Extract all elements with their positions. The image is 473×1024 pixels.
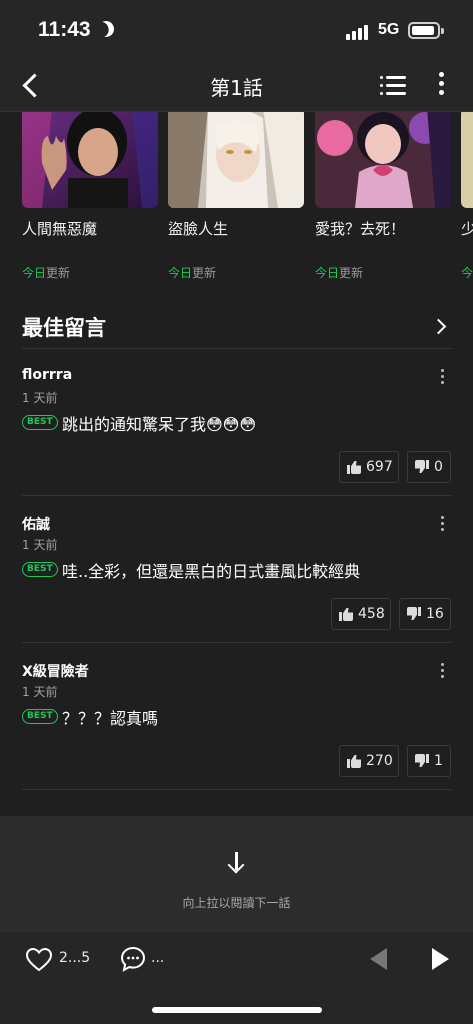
comic-title: 愛我？去死！: [315, 220, 406, 238]
arrow-down-icon: [225, 850, 247, 874]
next-episode-hint: 向上拉以閱讀下一話: [182, 896, 291, 910]
comment-icon[interactable]: [120, 946, 146, 972]
recommendation-carousel[interactable]: 人間無惡魔 今日更新 盜臉人生 今日更新 愛我？去死！ 今日更新 少 今: [0, 112, 473, 290]
divider: [22, 495, 452, 496]
status-time: 11:43: [38, 18, 91, 41]
comic-thumbnail: [315, 112, 451, 208]
recommendation-card[interactable]: 愛我？去死！ 今日更新: [315, 112, 451, 280]
comment-time: 1 天前: [22, 391, 58, 405]
signal-icon: [346, 24, 372, 40]
best-comments-title: 最佳留言: [22, 316, 106, 340]
like-count: 270: [366, 753, 393, 769]
best-badge: BEST: [22, 709, 58, 724]
comment-text: 哇..全彩，但還是黑白的日式畫風比較經典: [62, 562, 361, 581]
update-label: 今日更新: [315, 266, 364, 280]
battery-icon: [408, 22, 444, 39]
like-button[interactable]: 270: [339, 745, 399, 777]
thumbs-down-icon: [415, 460, 429, 474]
thumbs-up-icon: [347, 460, 361, 474]
comment-item: 佑誠 1 天前 BEST 哇..全彩，但還是黑白的日式畫風比較經典 458 16: [22, 514, 452, 644]
thumbs-up-icon: [339, 607, 353, 621]
comment-time: 1 天前: [22, 538, 58, 552]
comic-thumbnail: [461, 112, 473, 208]
episode-list-button[interactable]: [380, 72, 406, 98]
like-count: 697: [366, 459, 393, 475]
comment-text: 跳出的通知驚呆了我😳😳😳: [62, 415, 257, 434]
dislike-button[interactable]: 0: [407, 451, 451, 483]
divider: [22, 642, 452, 643]
comment-more-button[interactable]: [440, 367, 446, 385]
thumbs-up-icon: [347, 754, 361, 768]
recommendation-card[interactable]: 少 今: [461, 112, 473, 280]
comic-thumbnail: [22, 112, 158, 208]
heart-icon[interactable]: [25, 947, 53, 972]
like-button[interactable]: 458: [331, 598, 391, 630]
recommendation-card[interactable]: 盜臉人生 今日更新: [168, 112, 304, 280]
network-label: 5G: [378, 21, 400, 38]
comic-title: 少: [461, 220, 473, 238]
comment-more-button[interactable]: [440, 661, 446, 679]
chevron-right-icon[interactable]: [432, 318, 448, 334]
top-navigation-bar: 第1話: [0, 60, 473, 112]
comic-thumbnail: [168, 112, 304, 208]
more-options-button[interactable]: [436, 70, 446, 98]
update-label: 今日更新: [168, 266, 217, 280]
comic-title: 人間無惡魔: [22, 220, 98, 238]
thumbs-down-icon: [415, 754, 429, 768]
dislike-count: 16: [426, 606, 444, 622]
dislike-button[interactable]: 1: [407, 745, 451, 777]
divider: [22, 348, 452, 349]
dislike-count: 1: [434, 753, 443, 769]
like-count: 458: [358, 606, 385, 622]
recommendation-card[interactable]: 人間無惡魔 今日更新: [22, 112, 158, 280]
comment-author[interactable]: florrra: [22, 367, 72, 383]
bottom-toolbar: 2...5 ...: [0, 932, 473, 1024]
dislike-count: 0: [434, 459, 443, 475]
update-label: 今日更新: [22, 266, 71, 280]
comment-author[interactable]: 佑誠: [22, 514, 50, 534]
comment-total: ...: [151, 950, 165, 966]
comment-text: ？？？認真嗎: [62, 709, 159, 728]
best-badge: BEST: [22, 415, 58, 430]
like-button[interactable]: 697: [339, 451, 399, 483]
next-episode-button[interactable]: [432, 948, 450, 970]
previous-episode-button[interactable]: [370, 948, 388, 970]
best-badge: BEST: [22, 562, 58, 577]
moon-icon: [95, 18, 117, 40]
comment-item: florrra 1 天前 BEST 跳出的通知驚呆了我😳😳😳 697 0: [22, 367, 452, 497]
thumbs-down-icon: [407, 607, 421, 621]
comment-more-button[interactable]: [440, 514, 446, 532]
like-total: 2...5: [59, 950, 91, 966]
dislike-button[interactable]: 16: [399, 598, 451, 630]
comment-time: 1 天前: [22, 685, 58, 699]
next-episode-area[interactable]: 向上拉以閱讀下一話: [0, 816, 473, 932]
comment-author[interactable]: X級冒險者: [22, 661, 89, 681]
divider: [22, 789, 452, 790]
comment-item: X級冒險者 1 天前 BEST ？？？認真嗎 270 1: [22, 661, 452, 791]
home-indicator[interactable]: [152, 1007, 322, 1013]
update-label: 今: [461, 266, 473, 280]
status-bar: 11:43 5G: [0, 0, 473, 60]
comic-title: 盜臉人生: [168, 220, 229, 238]
